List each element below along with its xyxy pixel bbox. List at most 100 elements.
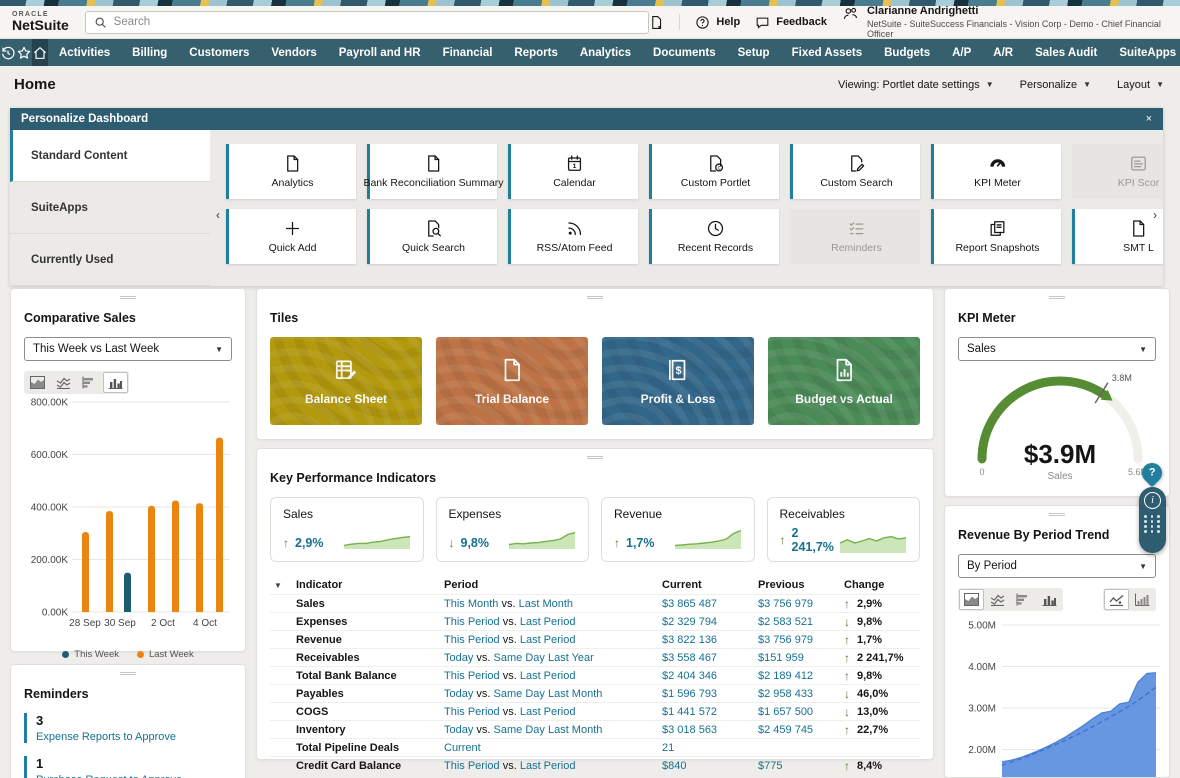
recent-records-icon[interactable] (0, 39, 16, 66)
drag-handle[interactable] (120, 670, 136, 677)
tile-budget-vs-actual[interactable]: Budget vs Actual (768, 337, 920, 425)
nav-item-setup[interactable]: Setup (727, 47, 781, 59)
nav-item-payroll-and-hr[interactable]: Payroll and HR (328, 47, 432, 59)
period-link[interactable]: Same Day Last Month (494, 724, 603, 736)
nav-item-customers[interactable]: Customers (178, 47, 260, 59)
info-icon[interactable]: i (1144, 492, 1161, 509)
shortcuts-star-icon[interactable] (16, 39, 32, 66)
nav-item-documents[interactable]: Documents (642, 47, 727, 59)
netsuite-logo[interactable]: ORACLE NetSuite (0, 11, 85, 33)
revenue-trend-select[interactable]: By Period▼ (958, 554, 1156, 578)
cs-line-chart-icon[interactable] (51, 372, 76, 393)
nav-item-a-p[interactable]: A/P (941, 47, 982, 59)
rt2-trend-bar-icon[interactable] (1130, 589, 1155, 610)
user-menu[interactable]: Clarianne Andrighetti NetSuite - SuiteSu… (842, 5, 1166, 39)
current-value[interactable]: $2 329 794 (662, 616, 758, 628)
nav-item-suiteapps[interactable]: SuiteApps (1108, 47, 1180, 59)
content-card-report-snapshots[interactable]: Report Snapshots (931, 209, 1061, 264)
previous-value[interactable]: $2 459 745 (758, 724, 844, 736)
period-link[interactable]: Last Period (520, 760, 576, 772)
previous-value[interactable]: $2 189 412 (758, 670, 844, 682)
kpi-card-revenue[interactable]: Revenue ↑1,7% (601, 497, 755, 562)
kpi-card-receivables[interactable]: Receivables ↑2 241,7% (767, 497, 921, 562)
help-pin-button[interactable]: ? (1142, 463, 1162, 487)
current-value[interactable]: $3 865 487 (662, 598, 758, 610)
nav-item-vendors[interactable]: Vendors (260, 47, 327, 59)
period-link[interactable]: Last Month (519, 598, 573, 610)
legend-item-last-week[interactable]: Last Week (137, 649, 194, 660)
scroll-left-icon[interactable]: ‹ (216, 208, 220, 222)
content-card-quick-add[interactable]: Quick Add (226, 209, 356, 264)
nav-item-financial[interactable]: Financial (432, 47, 504, 59)
home-icon[interactable] (32, 39, 48, 66)
content-card-quick-search[interactable]: Quick Search (367, 209, 497, 264)
cs-column-chart-icon[interactable] (103, 372, 128, 393)
personalize-dropdown[interactable]: Personalize▼ (1020, 79, 1091, 91)
content-card-analytics[interactable]: Analytics (226, 144, 356, 199)
current-value[interactable]: $840 (662, 760, 758, 772)
previous-value[interactable]: $775 (758, 760, 844, 772)
period-link[interactable]: This Period (444, 706, 500, 718)
apps-dots-icon[interactable] (1144, 515, 1161, 533)
cs-hbar-chart-icon[interactable] (77, 372, 102, 393)
nav-item-a-r[interactable]: A/R (982, 47, 1024, 59)
rt2-trend-line-icon[interactable] (1104, 589, 1129, 610)
period-link[interactable]: This Month (444, 598, 498, 610)
current-value[interactable]: $1 596 793 (662, 688, 758, 700)
period-link[interactable]: Today (444, 688, 473, 700)
period-link[interactable]: This Period (444, 670, 500, 682)
nav-item-activities[interactable]: Activities (48, 47, 121, 59)
rt-line-chart-icon[interactable] (985, 589, 1010, 610)
current-value[interactable]: $1 441 572 (662, 706, 758, 718)
content-card-kpi-meter[interactable]: KPI Meter (931, 144, 1061, 199)
period-link[interactable]: Last Period (520, 634, 576, 646)
drag-handle[interactable] (120, 294, 136, 301)
period-link[interactable]: This Period (444, 634, 500, 646)
period-link[interactable]: Same Day Last Month (494, 688, 603, 700)
scroll-right-icon[interactable]: › (1153, 208, 1157, 222)
help-button[interactable]: Help (695, 15, 740, 30)
nav-item-sales-audit[interactable]: Sales Audit (1024, 47, 1108, 59)
content-card-rss-atom-feed[interactable]: RSS/Atom Feed (508, 209, 638, 264)
collapse-caret-icon[interactable]: ▼ (270, 581, 296, 590)
period-link[interactable]: Today (444, 724, 473, 736)
tile-trial-balance[interactable]: Trial Balance (436, 337, 588, 425)
current-value[interactable]: $3 558 467 (662, 652, 758, 664)
comparative-range-select[interactable]: This Week vs Last Week▼ (24, 337, 232, 361)
drag-handle[interactable] (1049, 511, 1065, 518)
period-link[interactable]: Today (444, 652, 473, 664)
current-value[interactable]: $3 822 136 (662, 634, 758, 646)
nav-item-budgets[interactable]: Budgets (873, 47, 941, 59)
nav-item-fixed-assets[interactable]: Fixed Assets (781, 47, 874, 59)
cs-area-chart-icon[interactable] (25, 372, 50, 393)
nav-item-analytics[interactable]: Analytics (569, 47, 642, 59)
content-card-reminders[interactable]: Reminders (790, 209, 920, 264)
current-value[interactable]: $3 018 563 (662, 724, 758, 736)
content-card-custom-search[interactable]: Custom Search (790, 144, 920, 199)
rt-hbar-chart-icon[interactable] (1011, 589, 1036, 610)
period-link[interactable]: Last Period (520, 706, 576, 718)
previous-value[interactable]: $151 959 (758, 652, 844, 664)
nav-item-billing[interactable]: Billing (121, 47, 178, 59)
current-value[interactable]: 21 (662, 742, 758, 754)
kpi-meter-select[interactable]: Sales▼ (958, 337, 1156, 361)
content-card-recent-records[interactable]: Recent Records (649, 209, 779, 264)
assistant-widget[interactable]: i (1139, 487, 1166, 553)
reminder-link-expense-reports-to-approve[interactable]: Expense Reports to Approve (36, 731, 232, 743)
drag-handle[interactable] (1049, 294, 1065, 301)
rt-area-chart-icon[interactable] (959, 589, 984, 610)
previous-value[interactable]: $2 583 521 (758, 616, 844, 628)
period-link[interactable]: Last Period (520, 616, 576, 628)
current-value[interactable]: $2 404 346 (662, 670, 758, 682)
previous-value[interactable]: $3 756 979 (758, 634, 844, 646)
panel-tab-standard-content[interactable]: Standard Content (10, 130, 210, 182)
legend-item-this-week[interactable]: This Week (62, 649, 119, 660)
period-link[interactable]: Last Period (520, 670, 576, 682)
viewing-dropdown[interactable]: Viewing: Portlet date settings▼ (838, 79, 994, 91)
content-card-calendar[interactable]: 1Calendar (508, 144, 638, 199)
content-card-smt-l[interactable]: SMT L (1072, 209, 1163, 264)
reminder-link-purchase-request-to-approve[interactable]: Purchase Request to Approve (36, 774, 232, 778)
previous-value[interactable]: $2 958 433 (758, 688, 844, 700)
drag-handle[interactable] (587, 294, 603, 301)
content-card-bank-reconciliation-summary[interactable]: Bank Reconciliation Summary (367, 144, 497, 199)
